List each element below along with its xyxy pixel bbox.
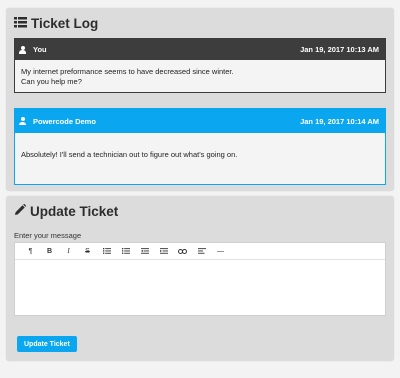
ordered-list-icon bbox=[121, 248, 130, 254]
align-button[interactable] bbox=[192, 245, 211, 257]
horizontal-rule-button[interactable]: — bbox=[211, 245, 230, 257]
message-editor: ¶ B I S — bbox=[14, 242, 386, 316]
user-icon bbox=[19, 117, 26, 125]
message-card: You Jan 19, 2017 10:13 AM My internet pr… bbox=[14, 38, 386, 93]
ordered-list-button[interactable] bbox=[116, 245, 135, 257]
link-icon bbox=[178, 248, 187, 254]
horizontal-rule-icon: — bbox=[217, 247, 224, 255]
ticket-log-title-text: Ticket Log bbox=[31, 16, 99, 31]
strikethrough-icon: S bbox=[85, 247, 90, 255]
align-icon bbox=[197, 248, 206, 254]
message-line: Can you help me? bbox=[21, 76, 82, 86]
link-button[interactable] bbox=[173, 245, 192, 257]
outdent-button[interactable] bbox=[135, 245, 154, 257]
message-header: You Jan 19, 2017 10:13 AM bbox=[15, 39, 385, 60]
message-header: Powercode Demo Jan 19, 2017 10:14 AM bbox=[15, 109, 385, 133]
message-body: My internet preformance seems to have de… bbox=[15, 60, 385, 92]
message-timestamp: Jan 19, 2017 10:13 AM bbox=[300, 45, 379, 54]
strikethrough-button[interactable]: S bbox=[78, 245, 97, 257]
message-body: Absolutely! I'll send a technician out t… bbox=[15, 133, 385, 166]
bold-button[interactable]: B bbox=[40, 245, 59, 257]
ticket-log-title: Ticket Log bbox=[14, 16, 98, 31]
unordered-list-icon bbox=[102, 248, 111, 254]
italic-icon: I bbox=[67, 247, 70, 255]
indent-button[interactable] bbox=[154, 245, 173, 257]
message-field-label: Enter your message bbox=[14, 231, 82, 240]
paragraph-button[interactable]: ¶ bbox=[21, 245, 40, 257]
message-author: You bbox=[33, 45, 47, 54]
indent-icon bbox=[159, 248, 168, 254]
update-ticket-title: Update Ticket bbox=[14, 203, 119, 219]
update-ticket-panel: Update Ticket Enter your message ¶ B I S bbox=[6, 196, 394, 361]
message-textarea[interactable] bbox=[15, 260, 385, 315]
italic-button[interactable]: I bbox=[59, 245, 78, 257]
list-icon bbox=[14, 16, 27, 31]
message-line: Absolutely! I'll send a technician out t… bbox=[21, 150, 238, 159]
outdent-icon bbox=[140, 248, 149, 254]
message-card: Powercode Demo Jan 19, 2017 10:14 AM Abs… bbox=[14, 108, 386, 185]
pencil-icon bbox=[14, 203, 27, 219]
editor-toolbar: ¶ B I S — bbox=[15, 243, 385, 260]
message-author: Powercode Demo bbox=[33, 116, 96, 126]
update-ticket-title-text: Update Ticket bbox=[30, 204, 119, 219]
message-timestamp: Jan 19, 2017 10:14 AM bbox=[300, 116, 379, 126]
ticket-log-panel: Ticket Log You Jan 19, 2017 10:13 AM My … bbox=[6, 8, 394, 191]
message-line: My internet preformance seems to have de… bbox=[21, 67, 234, 76]
update-ticket-button[interactable]: Update Ticket bbox=[17, 336, 77, 352]
unordered-list-button[interactable] bbox=[97, 245, 116, 257]
user-icon bbox=[19, 45, 26, 54]
bold-icon: B bbox=[46, 247, 53, 255]
paragraph-icon: ¶ bbox=[28, 247, 33, 255]
